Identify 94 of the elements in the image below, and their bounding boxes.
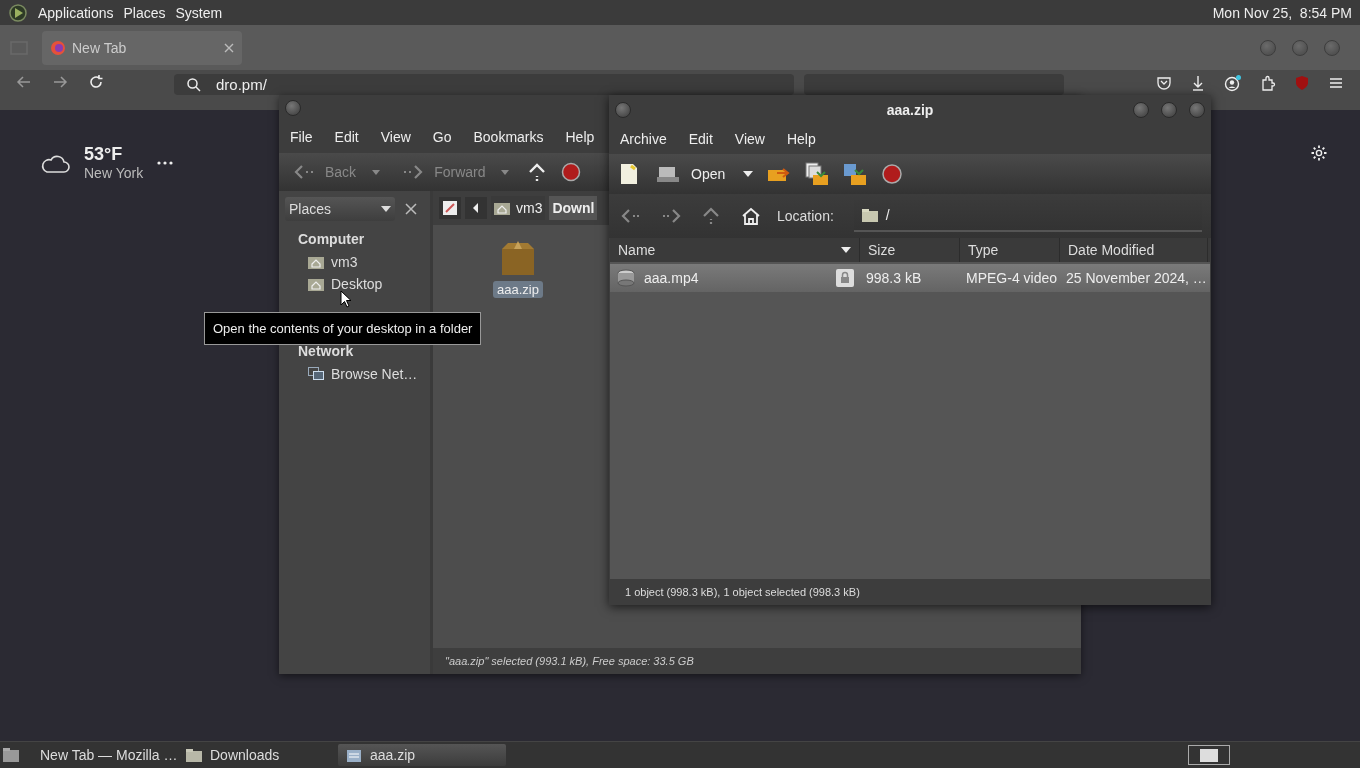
panel-menu[interactable]: Places [123, 4, 166, 21]
home-folder-icon [308, 255, 324, 269]
menu-item[interactable]: Bookmarks [473, 128, 544, 145]
sidebar-item[interactable]: Browse Net… [279, 363, 430, 385]
menu-item[interactable]: File [290, 128, 313, 145]
stop-icon[interactable] [881, 163, 904, 185]
window-title: aaa.zip [885, 101, 935, 118]
minimize-button[interactable] [1133, 101, 1149, 118]
home-folder-icon [494, 201, 510, 215]
close-button[interactable] [1189, 101, 1205, 118]
sidebar-item[interactable]: Desktop [279, 273, 430, 295]
caret-icon[interactable] [743, 171, 754, 177]
maximize-button[interactable] [1161, 101, 1177, 118]
column-header[interactable]: Size [860, 238, 960, 262]
reload-icon[interactable] [88, 74, 104, 90]
table-cell-text: 998.3 kB [865, 270, 923, 286]
new-document-icon[interactable] [619, 163, 639, 185]
table-cell: aaa.mp4 [644, 270, 699, 286]
forward-arrow-icon [402, 164, 425, 180]
caret-icon [501, 169, 510, 175]
back-icon[interactable] [16, 74, 32, 90]
browser-tab[interactable]: New Tab [42, 30, 242, 65]
status-text: "aaa.zip" selected (993.1 kB), Free space: 33.5 GB [433, 648, 1081, 674]
back-arrow-icon [293, 164, 315, 180]
search-icon [186, 76, 202, 93]
workspace-switcher-icon[interactable] [1188, 745, 1230, 765]
add-folder-icon[interactable] [843, 162, 868, 186]
more-icon[interactable] [157, 160, 174, 165]
menu-item[interactable]: Archive [620, 131, 667, 147]
panel-menu[interactable]: System [175, 4, 223, 21]
section-heading: Computer [297, 230, 366, 249]
status-text: 1 object (998.3 kB), 1 object selected (998.3 kB) [624, 585, 861, 600]
folder-icon [861, 208, 878, 222]
menu-item[interactable]: Go [432, 128, 452, 145]
app-menu-icon[interactable] [8, 2, 28, 23]
menu-item[interactable]: Help [565, 128, 595, 145]
menu-item[interactable]: Help [786, 131, 816, 147]
package-icon[interactable] [499, 239, 536, 277]
location-label: New York [84, 165, 144, 181]
home-icon[interactable] [741, 207, 761, 225]
file-row[interactable]: aaa.mp4 998.3 kB MPEG-4 video 25 November 2024, … [610, 264, 1210, 292]
breadcrumb-button[interactable]: vm3 [491, 196, 546, 220]
file-name[interactable]: aaa.zip [493, 281, 543, 298]
tab-title: New Tab [72, 39, 127, 56]
breadcrumb-button[interactable]: Downl [549, 196, 598, 220]
open-button[interactable]: Open [653, 165, 730, 183]
location-label: Location: [777, 208, 834, 224]
forward-icon[interactable] [52, 74, 68, 90]
taskbar-button[interactable]: New Tab — Mozilla … [24, 744, 174, 766]
caret-icon [381, 206, 391, 212]
stop-icon[interactable] [561, 162, 582, 182]
column-header[interactable]: Type [960, 238, 1060, 262]
network-icon [308, 367, 324, 381]
close-icon[interactable] [405, 203, 417, 215]
sort-caret-icon [841, 247, 851, 253]
search-field[interactable] [804, 74, 1064, 95]
menu-item[interactable]: Edit [334, 128, 359, 145]
add-files-icon[interactable] [805, 162, 830, 186]
menu-item[interactable]: View [380, 128, 411, 145]
caret-icon [372, 169, 381, 175]
column-header[interactable]: Name [610, 238, 860, 262]
lock-icon [836, 269, 854, 287]
menu-item[interactable]: View [734, 131, 765, 147]
sidebar-item[interactable]: vm3 [279, 251, 430, 273]
tooltip: Open the contents of your desktop in a folder [204, 312, 482, 345]
browser-logo-icon [50, 39, 66, 56]
account-icon[interactable] [1224, 74, 1242, 92]
panel-menu[interactable]: Applications [38, 4, 114, 21]
pocket-icon[interactable] [1156, 75, 1172, 91]
table-cell-text: 25 November 2024, … [1065, 270, 1208, 286]
close-icon[interactable] [224, 42, 234, 53]
places-dropdown[interactable]: Places [285, 197, 395, 221]
forward-arrow-icon[interactable] [661, 208, 681, 224]
mouse-pointer-icon [340, 290, 352, 308]
table-cell-text: MPEG-4 video [965, 270, 1059, 286]
clock[interactable]: Mon Nov 25, 8:54 PM [1212, 4, 1352, 21]
home-folder-icon [308, 277, 324, 291]
download-icon[interactable] [1190, 75, 1206, 91]
window-menu-button[interactable] [285, 99, 301, 116]
menu-icon[interactable] [1328, 75, 1344, 91]
column-header[interactable]: Date Modified [1060, 238, 1208, 262]
taskbar-button[interactable]: Downloads [178, 744, 328, 766]
folder-icon [186, 748, 202, 762]
temperature: 53°F [84, 144, 124, 165]
taskbar-button[interactable]: aaa.zip [338, 744, 506, 766]
section-heading: Network [297, 342, 355, 361]
archive-icon [346, 747, 362, 763]
puzzle-icon[interactable] [1260, 75, 1276, 91]
settings-icon[interactable] [1310, 144, 1328, 162]
edit-path-icon[interactable] [439, 197, 461, 219]
address-field[interactable]: dro.pm/ [174, 74, 794, 95]
back-arrow-icon[interactable] [621, 208, 641, 224]
window-menu-button[interactable] [615, 101, 631, 118]
menu-item[interactable]: Edit [688, 131, 713, 147]
